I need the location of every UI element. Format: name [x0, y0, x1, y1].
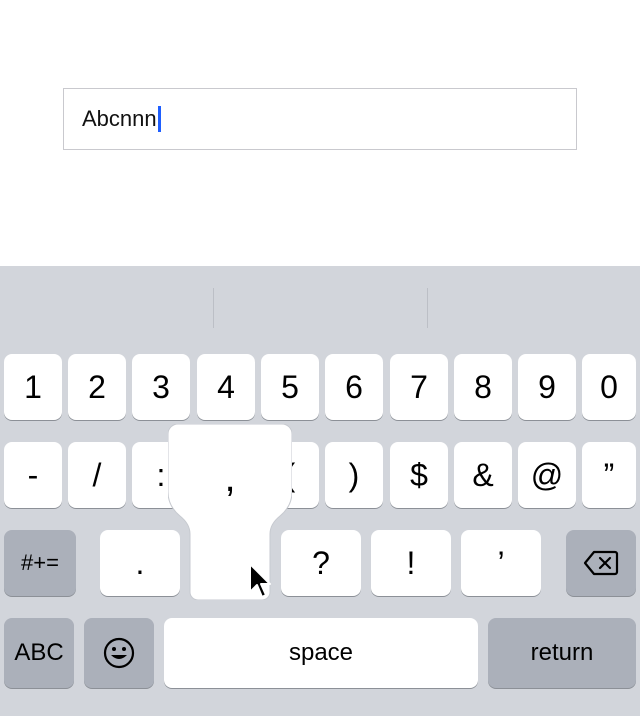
- prediction-divider: [213, 288, 214, 328]
- abc-key[interactable]: ABC: [4, 618, 74, 688]
- key-semicolon[interactable]: ;: [197, 442, 255, 508]
- prediction-divider: [427, 288, 428, 328]
- mouse-pointer-icon: [249, 563, 271, 598]
- screen: Abcnnn 1 2 3 4 5 6 7 8 9 0 - / : ; ( ) $…: [0, 0, 640, 716]
- key-more-symbols[interactable]: #+=: [4, 530, 76, 596]
- key-close-paren[interactable]: ): [325, 442, 383, 508]
- key-exclamation[interactable]: !: [371, 530, 451, 596]
- key-question[interactable]: ?: [281, 530, 361, 596]
- return-key[interactable]: return: [488, 618, 636, 688]
- key-2[interactable]: 2: [68, 354, 126, 420]
- key-4[interactable]: 4: [197, 354, 255, 420]
- ios-keyboard: 1 2 3 4 5 6 7 8 9 0 - / : ; ( ) $ & @ ” …: [0, 266, 640, 716]
- key-3[interactable]: 3: [132, 354, 190, 420]
- backspace-icon: [583, 550, 619, 576]
- delete-key[interactable]: [566, 530, 636, 596]
- key-5[interactable]: 5: [261, 354, 319, 420]
- key-period[interactable]: .: [100, 530, 180, 596]
- key-at[interactable]: @: [518, 442, 576, 508]
- key-quote[interactable]: ”: [582, 442, 636, 508]
- key-dollar[interactable]: $: [390, 442, 448, 508]
- key-hyphen[interactable]: -: [4, 442, 62, 508]
- key-8[interactable]: 8: [454, 354, 512, 420]
- emoji-key[interactable]: [84, 618, 154, 688]
- key-apostrophe[interactable]: ’: [461, 530, 541, 596]
- key-ampersand[interactable]: &: [454, 442, 512, 508]
- text-caret: [157, 106, 161, 132]
- text-input[interactable]: Abcnnn: [63, 88, 577, 150]
- space-key[interactable]: space: [164, 618, 478, 688]
- emoji-icon: [103, 637, 135, 669]
- key-6[interactable]: 6: [325, 354, 383, 420]
- key-1[interactable]: 1: [4, 354, 62, 420]
- key-colon[interactable]: :: [132, 442, 190, 508]
- key-open-paren[interactable]: (: [261, 442, 319, 508]
- key-7[interactable]: 7: [390, 354, 448, 420]
- text-input-value: Abcnnn: [82, 106, 157, 131]
- key-0[interactable]: 0: [582, 354, 636, 420]
- key-slash[interactable]: /: [68, 442, 126, 508]
- key-9[interactable]: 9: [518, 354, 576, 420]
